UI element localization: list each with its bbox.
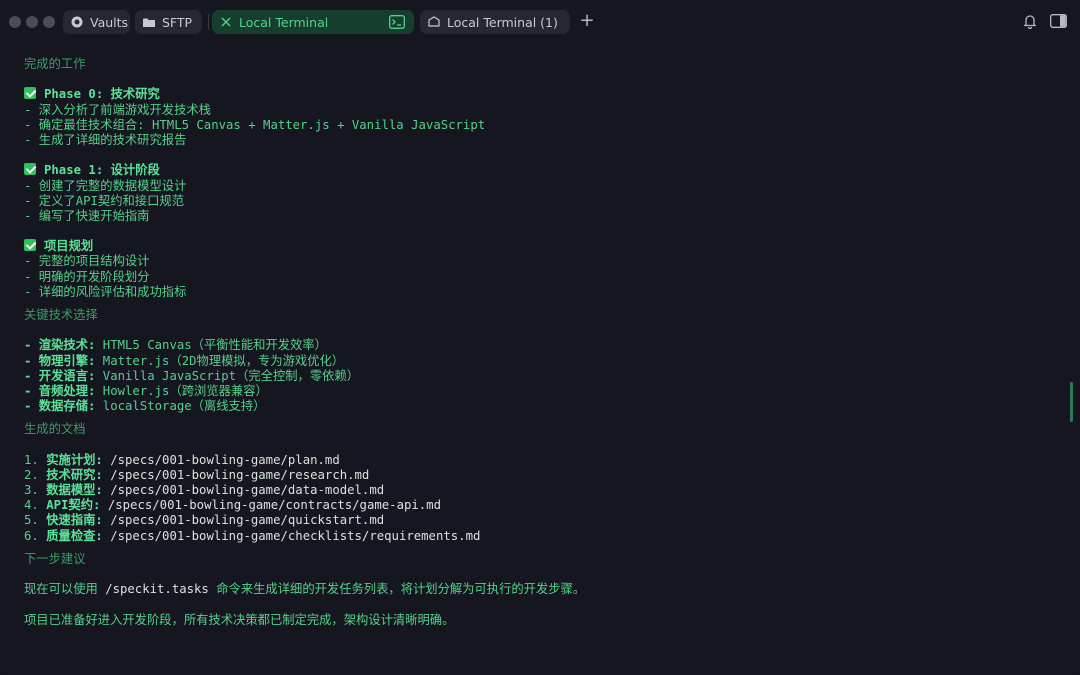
list-item: 1. 实施计划: /specs/001-bowling-game/plan.md (24, 452, 340, 467)
tab-label: Local Terminal (1) (447, 14, 558, 30)
list-item: 2. 技术研究: /specs/001-bowling-game/researc… (24, 467, 370, 482)
tab-label: Local Terminal (239, 14, 329, 30)
list-item: - 确定最佳技术组合: HTML5 Canvas + Matter.js + V… (24, 117, 486, 132)
tab-label: SFTP (162, 14, 193, 30)
list-item: - 渲染技术: HTML5 Canvas（平衡性能和开发效率） (24, 338, 327, 353)
terminal-icon (428, 16, 440, 28)
list-item: 3. 数据模型: /specs/001-bowling-game/data-mo… (24, 483, 385, 498)
section-heading: 完成的工作 (24, 57, 86, 71)
minimize-window-button[interactable] (26, 16, 38, 28)
scrollbar[interactable] (1070, 382, 1073, 422)
new-tab-button[interactable]: + (578, 12, 596, 30)
tab-local-terminal-1[interactable]: Local Terminal (1) (420, 10, 570, 34)
list-item: - 音频处理: Howler.js（跨浏览器兼容） (24, 383, 268, 398)
check-icon (24, 87, 36, 100)
list-item: - 详细的风险评估和成功指标 (24, 284, 187, 299)
section-heading: 生成的文档 (24, 422, 86, 437)
list-item: 4. API契约: /specs/001-bowling-game/contra… (24, 498, 441, 513)
check-icon (24, 239, 36, 252)
terminal-window: Vaults SFTP Local Terminal Local Termina… (0, 0, 1080, 675)
sidebar-toggle-icon[interactable] (1050, 13, 1067, 29)
tab-sftp[interactable]: SFTP (135, 10, 202, 34)
tab-local-terminal[interactable]: Local Terminal (212, 10, 414, 34)
section-heading: 关键技术选择 (24, 308, 98, 322)
list-item: - 开发语言: Vanilla JavaScript（完全控制，零依赖） (24, 368, 360, 383)
list-item: - 深入分析了前端游戏开发技术栈 (24, 102, 211, 117)
terminal-status-icon (389, 15, 405, 29)
list-item: - 编写了快速开始指南 (24, 208, 150, 223)
final-text: 项目已准备好进入开发阶段，所有技术决策都已制定完成，架构设计清晰明确。 (24, 612, 455, 627)
list-item: - 完整的项目结构设计 (24, 254, 150, 269)
close-icon[interactable] (220, 16, 232, 28)
list-item: - 数据存储: localStorage（离线支持） (24, 399, 266, 414)
bell-icon[interactable] (1022, 13, 1038, 30)
list-item: - 明确的开发阶段划分 (24, 269, 150, 284)
vault-icon (71, 16, 83, 28)
terminal-output[interactable]: 完成的工作 Phase 0: 技术研究 - 深入分析了前端游戏开发技术栈 - 确… (24, 57, 1054, 628)
next-step-text: 现在可以使用 /speckit.tasks 命令来生成详细的开发任务列表，将计划… (24, 582, 586, 597)
list-item: 6. 质量检查: /specs/001-bowling-game/checkli… (24, 528, 481, 543)
zoom-window-button[interactable] (43, 16, 55, 28)
folder-icon (143, 16, 155, 28)
tab-separator (208, 14, 209, 30)
check-icon (24, 163, 36, 176)
list-item: - 创建了完整的数据模型设计 (24, 178, 187, 193)
list-item: - 物理引擎: Matter.js（2D物理模拟，专为游戏优化） (24, 353, 345, 368)
section-heading: 下一步建议 (24, 551, 86, 566)
planning-heading: 项目规划 (24, 239, 1054, 254)
title-bar: Vaults SFTP Local Terminal Local Termina… (0, 0, 1080, 44)
phase1-heading: Phase 1: 设计阶段 (24, 163, 1054, 178)
list-item: 5. 快速指南: /specs/001-bowling-game/quickst… (24, 513, 385, 528)
list-item: - 定义了API契约和接口规范 (24, 193, 184, 208)
phase0-heading: Phase 0: 技术研究 (24, 87, 1054, 102)
tab-vaults[interactable]: Vaults (63, 10, 130, 34)
list-item: - 生成了详细的技术研究报告 (24, 132, 187, 147)
tab-label: Vaults (90, 14, 129, 30)
close-window-button[interactable] (9, 16, 21, 28)
